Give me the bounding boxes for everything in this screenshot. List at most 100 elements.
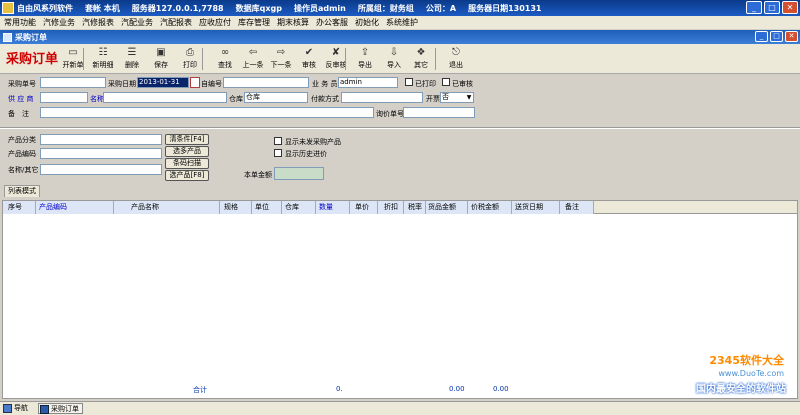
subwindow-titlebar: 采购订单 _ □ ✕: [0, 30, 800, 44]
document-icon: [3, 32, 12, 42]
sub-restore-button[interactable]: □: [770, 31, 783, 42]
column-header[interactable]: 价税金额: [471, 202, 499, 212]
code-field[interactable]: [40, 148, 162, 159]
database-info: 数据库qxgp: [235, 3, 282, 13]
order-no-field[interactable]: [40, 77, 106, 88]
column-separator: [113, 201, 114, 214]
column-header[interactable]: 产品名称: [131, 202, 159, 212]
toolbar-button-3[interactable]: ▣ 保存: [146, 46, 176, 72]
name-field[interactable]: [103, 92, 227, 103]
column-header[interactable]: 折扣: [384, 202, 398, 212]
supplier-field[interactable]: [40, 92, 88, 103]
name-label: 名称: [90, 95, 104, 103]
self-no-label: 自编号: [201, 80, 222, 88]
clerk-field[interactable]: admin: [338, 77, 398, 88]
column-separator: [35, 201, 36, 214]
toolbar-button-label: 上一条: [242, 61, 264, 69]
detail-grid: 序号 产品编码 产品名称 规格 单位 仓库 数量 单价 折扣 税率 货品金额 价税金额 送货日期 备注 合…: [2, 200, 798, 399]
menu-item[interactable]: 汽配业务: [121, 17, 153, 28]
menu-item[interactable]: 办公客服: [316, 17, 348, 28]
order-form: 采购单号 采购日期 2013-01-31 自编号 业 务 员 admin 已打印…: [2, 76, 798, 125]
menu-item[interactable]: 应收应付: [199, 17, 231, 28]
form-divider: [0, 127, 800, 129]
column-header[interactable]: 单价: [355, 202, 369, 212]
toolbar-button-13[interactable]: ⎋ 退出: [441, 46, 471, 72]
name-other-field[interactable]: [40, 164, 162, 175]
select-product-button[interactable]: 选产品[F8]: [165, 170, 209, 181]
toolbar-button-11[interactable]: ⇩ 导入: [379, 46, 409, 72]
column-header[interactable]: 仓库: [285, 202, 299, 212]
sub-minimize-button[interactable]: _: [755, 31, 768, 42]
toolbar-button-12[interactable]: ❖ 其它: [406, 46, 436, 72]
toolbar-separator: [83, 48, 84, 70]
toolbar-button-8[interactable]: ✔ 审核: [294, 46, 324, 72]
column-header[interactable]: 货品金额: [428, 202, 456, 212]
history-price-checkbox[interactable]: [274, 149, 282, 157]
group-info: 所属组：财务组: [357, 3, 414, 13]
column-header[interactable]: 送货日期: [515, 202, 543, 212]
column-header[interactable]: 产品编码: [39, 202, 67, 212]
window-icon: [40, 405, 49, 414]
toolbar-button-6[interactable]: ⇦ 上一条: [238, 46, 268, 72]
sub-close-button[interactable]: ✕: [785, 31, 798, 42]
column-header[interactable]: 单位: [255, 202, 269, 212]
payment-field[interactable]: [341, 92, 423, 103]
unpurchased-checkbox[interactable]: [274, 137, 282, 145]
toolbar-button-4[interactable]: ⎙ 打印: [175, 46, 205, 72]
toolbar-separator: [202, 48, 203, 70]
restore-button[interactable]: □: [764, 1, 780, 14]
menu-item[interactable]: 常用功能: [4, 17, 36, 28]
remark-field[interactable]: [40, 107, 374, 118]
column-header[interactable]: 数量: [319, 202, 333, 212]
column-header[interactable]: 规格: [224, 202, 238, 212]
toolbar-button-label: 反审核: [325, 61, 347, 69]
order-no-label: 采购单号: [8, 80, 36, 88]
menu-item[interactable]: 初始化: [355, 17, 379, 28]
column-header[interactable]: 备注: [565, 202, 579, 212]
product-search-panel: 产品分类 产品编码 名称/其它 清条件[F4] 选多产品 条码扫描 选产品[F8…: [2, 130, 798, 182]
approved-checkbox[interactable]: [442, 78, 450, 86]
toolbar-button-9[interactable]: ✘ 反审核: [321, 46, 351, 72]
menu-item[interactable]: 系统维护: [386, 17, 418, 28]
toolbar-button-2[interactable]: ☰ 删除: [117, 46, 147, 72]
clear-conditions-button[interactable]: 清条件[F4]: [165, 134, 209, 145]
self-no-field[interactable]: [223, 77, 309, 88]
printed-checkbox[interactable]: [405, 78, 413, 86]
toolbar-button-label: 导出: [358, 61, 372, 69]
code-label: 产品编码: [8, 150, 36, 158]
toolbar-button-7[interactable]: ⇨ 下一条: [266, 46, 296, 72]
column-separator: [403, 201, 404, 214]
menu-item[interactable]: 汽配报表: [160, 17, 192, 28]
toolbar-separator: [435, 48, 436, 70]
toolbar-button-label: 新明细: [92, 61, 114, 69]
chevron-down-icon[interactable]: ▼: [465, 93, 473, 102]
barcode-scan-button[interactable]: 条码扫描: [165, 158, 209, 169]
category-field[interactable]: [40, 134, 162, 145]
toolbar-button-5[interactable]: ∞ 查找: [210, 46, 240, 72]
company-info: 公司：A: [425, 3, 457, 13]
column-header[interactable]: 税率: [408, 202, 422, 212]
select-multi-button[interactable]: 选多产品: [165, 146, 209, 157]
warehouse-field[interactable]: 仓库: [244, 92, 308, 103]
tab-list-mode[interactable]: 列表模式: [4, 185, 40, 197]
toolbar-button-label: 下一条: [270, 61, 292, 69]
statusbar-window-label: 采购订单: [51, 405, 79, 413]
menubar: 常用功能 汽修业务 汽修报表 汽配业务 汽配报表 应收应付 库存管理 期末核算 办公客服 初始化系…: [0, 16, 800, 29]
invoice-label: 开票: [426, 95, 440, 103]
close-button[interactable]: ✕: [782, 1, 798, 14]
statusbar-window-tab[interactable]: 采购订单: [38, 403, 83, 414]
menu-item[interactable]: 期末核算: [277, 17, 309, 28]
minimize-button[interactable]: _: [746, 1, 762, 14]
clerk-label: 业 务 员: [312, 80, 338, 88]
menu-item[interactable]: 汽修业务: [43, 17, 75, 28]
calendar-icon[interactable]: [190, 77, 200, 88]
statusbar-nav[interactable]: 导航: [2, 403, 31, 414]
date-field[interactable]: 2013-01-31: [137, 77, 189, 88]
account-info: 套帐 本机: [85, 3, 120, 13]
menu-item[interactable]: 库存管理: [238, 17, 270, 28]
menu-item[interactable]: 汽修报表: [82, 17, 114, 28]
toolbar-button-10[interactable]: ⇪ 导出: [350, 46, 380, 72]
inquiry-field[interactable]: [403, 107, 475, 118]
column-header[interactable]: 序号: [8, 202, 22, 212]
toolbar-button-1[interactable]: ☷ 新明细: [88, 46, 118, 72]
